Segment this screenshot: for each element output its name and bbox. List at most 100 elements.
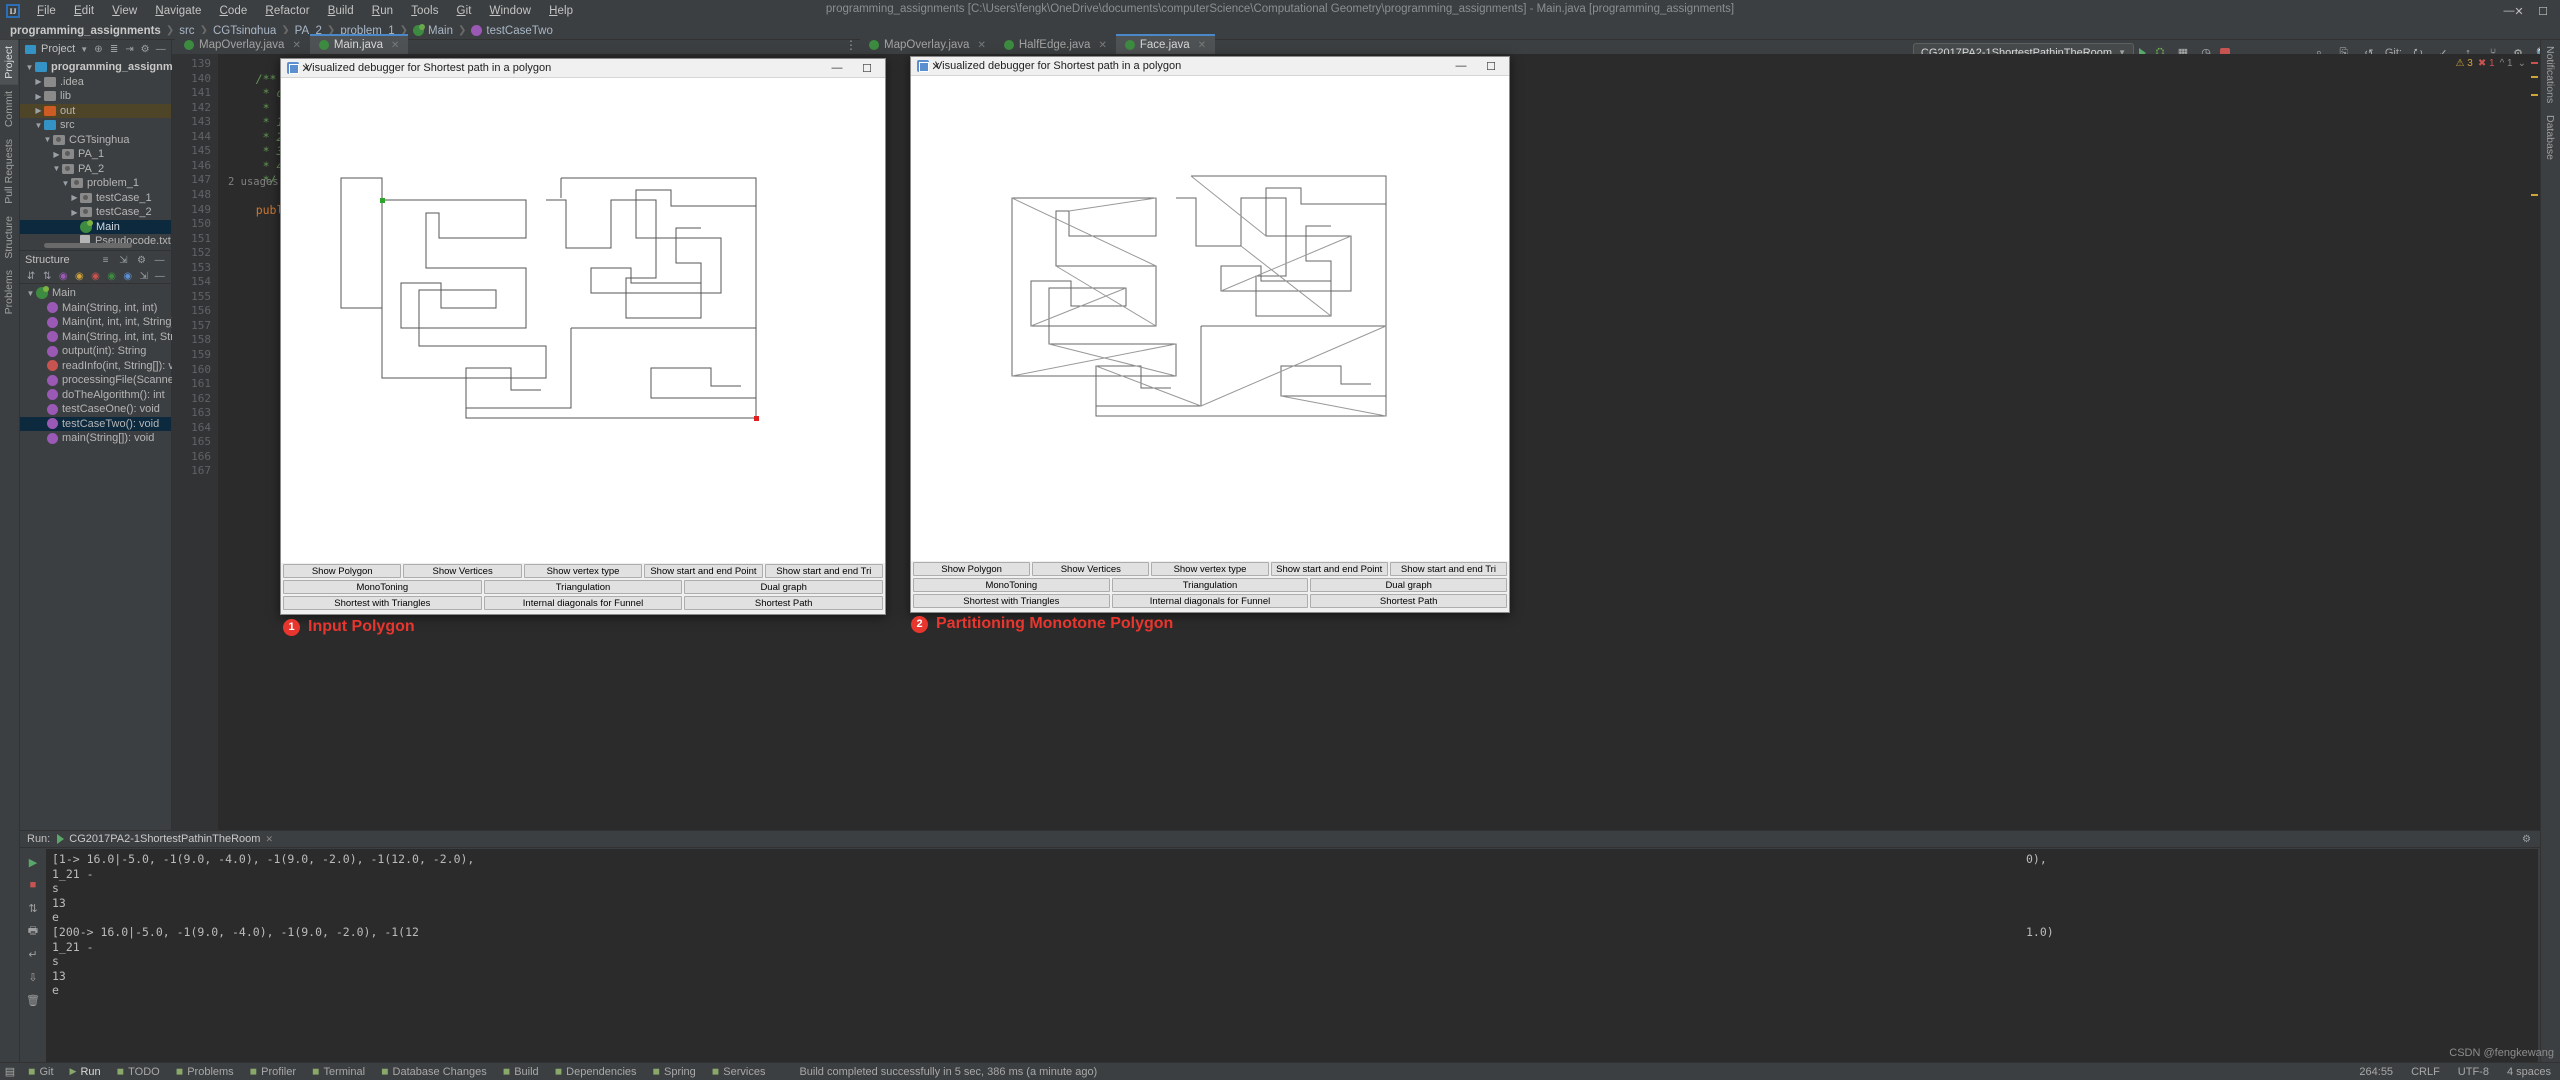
menu-item-window[interactable]: Window [481, 3, 541, 19]
status-item-spring[interactable]: ◼ Spring [645, 1066, 704, 1078]
chevron-down-icon[interactable]: ▼ [33, 121, 44, 130]
menu-item-refactor[interactable]: Refactor [256, 3, 318, 19]
close-icon[interactable]: ✕ [1198, 40, 1206, 51]
project-tree-item-src[interactable]: ▼ src [20, 118, 171, 133]
editor-tab-main-java[interactable]: Main.java ✕ [309, 34, 409, 54]
dialog-left-button-show-polygon[interactable]: Show Polygon [283, 564, 402, 578]
status-item-database-changes[interactable]: ◼ Database Changes [373, 1066, 495, 1078]
panel-options-icon[interactable]: ⚙ [140, 43, 151, 56]
project-tree-item-out[interactable]: ▶ out [20, 103, 171, 118]
dialog-right-controls[interactable]: Show Polygon Show Vertices Show vertex typ… [911, 561, 1509, 612]
close-icon[interactable]: ✕ [265, 834, 273, 845]
breadcrumb-item-programming-assignments[interactable]: programming_assignments [10, 25, 161, 37]
menu-item-run[interactable]: Run [363, 3, 402, 19]
project-tree-item-programming-assignments[interactable]: ▼programming_assignmentsC:\Users... [20, 60, 246, 75]
structure-filter-toolbar[interactable]: ⇵ ⇅ ◉ ◉ ◉ ◉ ◉ ⇲ — [20, 269, 171, 284]
dialog-right-button-internal-diagonals-for-funnel[interactable]: Internal diagonals for Funnel [1111, 594, 1309, 608]
structure-item-main-int-int-int-string-[interactable]: Main(int, int, int, String) [20, 315, 175, 330]
tab-overflow-icon[interactable]: ⋮ [845, 38, 857, 52]
chevron-right-icon[interactable]: ▶ [69, 208, 80, 217]
menu-item-view[interactable]: View [103, 3, 146, 19]
collapse-structure-icon[interactable]: — [154, 270, 166, 283]
editor-tab-mapoverlay-java[interactable]: MapOverlay.java ✕ [860, 34, 995, 54]
status-right-items[interactable]: 264:55 CRLF UTF-8 4 spaces [2350, 1066, 2560, 1078]
close-icon[interactable]: ✕ [1098, 40, 1106, 51]
dialog-left-canvas[interactable] [281, 78, 885, 566]
dialog-left-button-triangulation[interactable]: Triangulation [483, 580, 683, 594]
show-fields-icon[interactable]: ◉ [73, 270, 85, 283]
editor-error-stripe[interactable] [2529, 54, 2540, 830]
rerun-icon[interactable]: ▶ [23, 852, 43, 872]
dialog-right-button-show-start-and-end-tri[interactable]: Show start and end Tri [1389, 562, 1508, 576]
status-item-dependencies[interactable]: ◼ Dependencies [547, 1066, 645, 1078]
show-properties-icon[interactable]: ◉ [122, 270, 134, 283]
close-button[interactable]: ✕ [2502, 0, 2536, 22]
chevron-right-icon[interactable]: ▶ [33, 92, 44, 101]
stripe-button-problems[interactable]: Problems [0, 264, 18, 320]
project-tree-item-lib[interactable]: ▶ lib [20, 89, 171, 104]
hide-panel-icon[interactable]: — [153, 254, 166, 267]
project-tree-hscrollbar[interactable] [44, 243, 132, 248]
menu-item-file[interactable]: File [28, 3, 65, 19]
project-tree-item-pa-2[interactable]: ▼ PA_2 [20, 162, 171, 177]
show-inherited-icon[interactable]: ◉ [57, 270, 69, 283]
dialog-right-titlebar[interactable]: Visualized debugger for Shortest path in… [911, 57, 1509, 76]
chevron-right-icon[interactable]: ▶ [69, 193, 80, 202]
status-item-run[interactable]: ▶ Run [62, 1066, 109, 1078]
expand-structure-icon[interactable]: ⇲ [138, 270, 150, 283]
chevron-down-icon[interactable]: ▼ [42, 135, 53, 144]
dialog-right-maximize[interactable]: ☐ [1476, 57, 1506, 76]
structure-item-main-string-void[interactable]: main(String[]): void [20, 431, 171, 446]
structure-item-dothealgorithm-int[interactable]: doTheAlgorithm(): int [20, 388, 171, 403]
locate-icon[interactable]: ⊕ [93, 43, 104, 56]
clear-all-icon[interactable]: 🗑 [23, 990, 43, 1010]
hide-panel-icon[interactable]: — [155, 43, 166, 56]
usages-hint[interactable]: 2 usages [228, 175, 279, 190]
chevron-down-icon[interactable]: ▼ [51, 164, 62, 173]
status-item-todo[interactable]: ◼ TODO [109, 1066, 168, 1078]
dialog-right-button-show-vertex-type[interactable]: Show vertex type [1151, 562, 1269, 576]
dialog-left-button-show-start-and-end-tri[interactable]: Show start and end Tri [764, 564, 884, 578]
dialog-right-button-monotoning[interactable]: MonoToning [913, 578, 1110, 592]
dialog-left-controls[interactable]: Show Polygon Show Vertices Show vertex typ… [281, 563, 885, 614]
dialog-left-maximize[interactable]: ☐ [852, 59, 882, 78]
breadcrumb-item-testcasetwo[interactable]: testCaseTwo [471, 25, 553, 37]
editor-tab-halfedge-java[interactable]: HalfEdge.java ✕ [994, 34, 1116, 54]
dialog-right-button-dual-graph[interactable]: Dual graph [1310, 578, 1508, 592]
project-tree-item-testcase-2[interactable]: ▶ testCase_2 [20, 205, 171, 220]
window-controls[interactable]: — ☐ ✕ [2492, 0, 2560, 22]
dialog-right-window-buttons[interactable]: — ☐ ✕ [931, 57, 1506, 76]
structure-item-main-string-int-int-string-[interactable]: Main(String, int, int, String) [20, 330, 192, 345]
dialog-left-button-shortest-path[interactable]: Shortest Path [684, 596, 884, 610]
dialog-left-titlebar[interactable]: Visualized debugger for Shortest path in… [281, 59, 885, 78]
stop-run-icon[interactable]: ■ [23, 875, 43, 895]
chevron-down-icon[interactable]: ▼ [80, 45, 88, 54]
more-icon[interactable]: ⌄ [2518, 58, 2526, 69]
dialog-left-button-show-start-and-end-point[interactable]: Show start and end Point [644, 564, 763, 578]
structure-tree[interactable]: ▼ Main Main(String, int, int) Main(int, int… [20, 284, 208, 446]
menu-item-git[interactable]: Git [448, 3, 481, 19]
status-item-services[interactable]: ◼ Services [704, 1066, 774, 1078]
structure-settings-icon[interactable]: ⚙ [135, 254, 148, 267]
project-tree-item-problem-1[interactable]: ▼ problem_1 [20, 176, 171, 191]
editor-tabs-right[interactable]: MapOverlay.java ✕ HalfEdge.java ✕ Face.java ✕ [860, 34, 1216, 54]
soft-wrap-icon[interactable]: ↵ [23, 944, 43, 964]
sort-by-visibility-icon[interactable]: ⇵ [25, 270, 37, 283]
stripe-button-project[interactable]: Project [0, 40, 18, 85]
chevron-right-icon[interactable]: ▶ [33, 77, 44, 86]
status-item-git[interactable]: ◼ Git [20, 1066, 62, 1078]
chevron-down-icon[interactable]: ▼ [25, 289, 36, 298]
structure-item-main[interactable]: ▼ Main [20, 286, 171, 301]
status-right-crlf[interactable]: CRLF [2402, 1066, 2449, 1078]
structure-item-processingfile-scanner-void[interactable]: processingFile(Scanner): void [20, 373, 208, 388]
project-tree-item-testcase-1[interactable]: ▶ testCase_1 [20, 191, 171, 206]
dialog-left-button-monotoning[interactable]: MonoToning [283, 580, 482, 594]
menu-item-navigate[interactable]: Navigate [146, 3, 210, 19]
dialog-left-minimize[interactable]: — [822, 59, 852, 78]
sort-alpha-icon[interactable]: ≡ [99, 254, 112, 267]
toggle-tool-windows-icon[interactable]: ▤ [0, 1065, 20, 1078]
status-right-utf-8[interactable]: UTF-8 [2449, 1066, 2498, 1078]
project-tree-item--idea[interactable]: ▶ .idea [20, 75, 171, 90]
dialog-right-button-show-vertices[interactable]: Show Vertices [1032, 562, 1150, 576]
dialog-right-button-show-start-and-end-point[interactable]: Show start and end Point [1270, 562, 1388, 576]
